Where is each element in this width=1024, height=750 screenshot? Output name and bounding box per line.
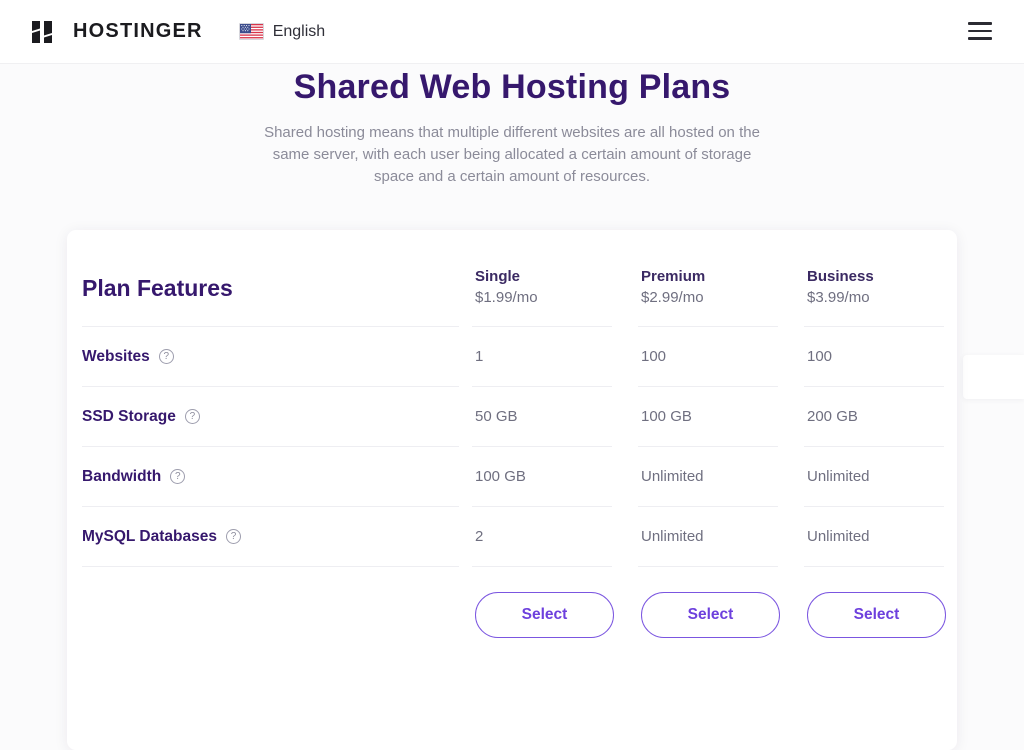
feature-label: Bandwidth: [82, 468, 161, 486]
cell-value: 100 GB: [475, 468, 526, 485]
cell-value: 50 GB: [475, 408, 518, 425]
table-row: MySQL Databases ? 2 Unlimited Unlimited: [82, 507, 957, 566]
feature-label: Websites: [82, 348, 150, 366]
cell-value: Unlimited: [641, 468, 704, 485]
plan-header-premium: Premium $2.99/mo: [641, 230, 804, 326]
plan-name: Business: [807, 249, 970, 287]
cell-value: 100 GB: [641, 408, 692, 425]
question-mark-circle-icon[interactable]: ?: [226, 529, 241, 544]
right-edge-panel: [963, 355, 1024, 399]
feature-name-cell: MySQL Databases ?: [82, 507, 472, 566]
cta-cell-single: Select: [475, 567, 638, 663]
plan-header-single: Single $1.99/mo: [475, 230, 638, 326]
cell-value: 1: [475, 348, 483, 365]
top-navigation-bar: HOSTINGER: [0, 0, 1024, 64]
brand-name: HOSTINGER: [73, 20, 203, 43]
question-mark-circle-icon[interactable]: ?: [170, 469, 185, 484]
feature-value-cell: 2: [475, 507, 638, 566]
feature-value-cell: 200 GB: [807, 387, 970, 446]
plans-comparison-card: Plan Features Single $1.99/mo Premium $2…: [67, 230, 957, 750]
feature-value-cell: 1: [475, 327, 638, 386]
feature-value-cell: 50 GB: [475, 387, 638, 446]
language-label: English: [273, 23, 325, 41]
feature-name-cell: Websites ?: [82, 327, 472, 386]
hamburger-line-3: [968, 37, 992, 40]
table-row: SSD Storage ? 50 GB 100 GB 200 GB: [82, 387, 957, 446]
cell-value: Unlimited: [807, 528, 870, 545]
question-mark-circle-icon[interactable]: ?: [159, 349, 174, 364]
plans-table: Plan Features Single $1.99/mo Premium $2…: [82, 230, 957, 663]
feature-name-cell: SSD Storage ?: [82, 387, 472, 446]
cell-value: Unlimited: [807, 468, 870, 485]
feature-name-cell: Bandwidth ?: [82, 447, 472, 506]
cell-value: 100: [807, 348, 832, 365]
plan-name: Premium: [641, 249, 804, 287]
feature-value-cell: Unlimited: [807, 507, 970, 566]
hamburger-line-1: [968, 22, 992, 25]
cell-value: 100: [641, 348, 666, 365]
us-flag-icon: [239, 23, 264, 40]
page-title: Shared Web Hosting Plans: [0, 64, 1024, 107]
feature-label: MySQL Databases: [82, 528, 217, 546]
feature-label: SSD Storage: [82, 408, 176, 426]
feature-value-cell: 100: [641, 327, 804, 386]
select-button-business[interactable]: Select: [807, 592, 946, 638]
plan-header-business: Business $3.99/mo: [807, 230, 970, 326]
feature-value-cell: 100 GB: [475, 447, 638, 506]
plans-cta-row: Select Select Select: [82, 567, 957, 663]
table-row: Bandwidth ? 100 GB Unlimited Unlimited: [82, 447, 957, 506]
plan-name: Single: [475, 249, 638, 287]
plan-price: $3.99/mo: [807, 287, 970, 308]
cta-cell-premium: Select: [641, 567, 804, 663]
plans-table-header-row: Plan Features Single $1.99/mo Premium $2…: [82, 230, 957, 326]
plan-price: $2.99/mo: [641, 287, 804, 308]
brand-logo-link[interactable]: HOSTINGER: [30, 17, 203, 47]
feature-value-cell: Unlimited: [807, 447, 970, 506]
plan-price: $1.99/mo: [475, 287, 638, 308]
hamburger-line-2: [968, 30, 992, 33]
features-heading-cell: Plan Features: [82, 230, 472, 326]
select-button-single[interactable]: Select: [475, 592, 614, 638]
feature-value-cell: Unlimited: [641, 507, 804, 566]
select-button-premium[interactable]: Select: [641, 592, 780, 638]
language-selector[interactable]: English: [239, 23, 325, 41]
cta-empty-cell: [82, 567, 472, 663]
feature-value-cell: 100: [807, 327, 970, 386]
table-row: Websites ? 1 100 100: [82, 327, 957, 386]
question-mark-circle-icon[interactable]: ?: [185, 409, 200, 424]
hamburger-menu-icon[interactable]: [968, 22, 992, 40]
cell-value: 2: [475, 528, 483, 545]
feature-value-cell: 100 GB: [641, 387, 804, 446]
page-section-title: Plan Features: [82, 255, 233, 302]
feature-value-cell: Unlimited: [641, 447, 804, 506]
cta-cell-business: Select: [807, 567, 970, 663]
cell-value: Unlimited: [641, 528, 704, 545]
page-subtitle: Shared hosting means that multiple diffe…: [252, 122, 772, 188]
cell-value: 200 GB: [807, 408, 858, 425]
hostinger-h-logo-icon: [30, 17, 60, 47]
